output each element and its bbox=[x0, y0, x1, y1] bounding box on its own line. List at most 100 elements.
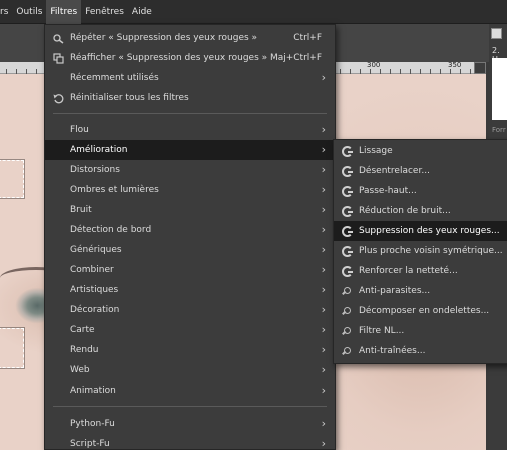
dock-preview bbox=[492, 58, 507, 120]
menu-windows[interactable]: Fenêtres bbox=[81, 0, 128, 24]
menu-filters[interactable]: Filtres bbox=[46, 0, 82, 24]
menu-item-label: Décoration bbox=[70, 305, 120, 315]
menu-item-combine[interactable]: Combiner › bbox=[45, 260, 335, 280]
menu-item-label: Ombres et lumières bbox=[70, 185, 159, 195]
chevron-right-icon: › bbox=[321, 363, 326, 376]
shortcut-label: Maj+Ctrl+F bbox=[269, 53, 322, 63]
chevron-right-icon: › bbox=[321, 437, 326, 450]
menu-item-artistic[interactable]: Artistiques › bbox=[45, 280, 335, 300]
menu-item-blur[interactable]: Flou › bbox=[45, 120, 335, 140]
menu-item-label: Carte bbox=[70, 325, 95, 335]
menu-separator bbox=[53, 113, 327, 114]
gegl-icon bbox=[341, 205, 353, 217]
gegl-icon bbox=[341, 265, 353, 277]
plugin-icon bbox=[341, 285, 353, 297]
menu-item-repeat[interactable]: Répéter « Suppression des yeux rouges » … bbox=[45, 28, 335, 48]
filters-menu: Répéter « Suppression des yeux rouges » … bbox=[44, 24, 336, 450]
menu-item-recent[interactable]: Récemment utilisés › bbox=[45, 68, 335, 88]
chevron-right-icon: › bbox=[321, 343, 326, 356]
chevron-right-icon: › bbox=[321, 203, 326, 216]
ruler-label: 350 bbox=[448, 61, 462, 69]
navigate-button[interactable] bbox=[474, 62, 486, 74]
menu-item-label: Distorsions bbox=[70, 165, 120, 175]
menu-item-map[interactable]: Carte › bbox=[45, 320, 335, 340]
menu-item-label: Bruit bbox=[70, 205, 92, 215]
menu-item-light-shadow[interactable]: Ombres et lumières › bbox=[45, 180, 335, 200]
menu-item-reset[interactable]: Réinitialiser tous les filtres bbox=[45, 88, 335, 108]
menu-item-label: Récemment utilisés bbox=[70, 73, 159, 83]
menu-item-script-fu[interactable]: Script-Fu › bbox=[45, 434, 335, 450]
menu-item-label: Artistiques bbox=[70, 285, 119, 295]
menu-help[interactable]: Aide bbox=[128, 0, 156, 24]
chevron-right-icon: › bbox=[321, 71, 326, 84]
reset-icon bbox=[52, 92, 64, 104]
menu-item-label: Plus proche voisin symétrique... bbox=[359, 246, 503, 256]
menu-item-web[interactable]: Web › bbox=[45, 360, 335, 380]
menu-item-noise-reduction[interactable]: Réduction de bruit... bbox=[334, 201, 507, 221]
menu-separator bbox=[53, 406, 327, 407]
gegl-icon bbox=[341, 165, 353, 177]
menu-item-label: Flou bbox=[70, 125, 89, 135]
menu-item-label: Animation bbox=[70, 386, 116, 396]
gegl-icon bbox=[341, 185, 353, 197]
menu-item-sharpen[interactable]: Renforcer la netteté... bbox=[334, 261, 507, 281]
menu-item-label: Suppression des yeux rouges... bbox=[359, 226, 500, 236]
menu-item-label: Anti-traînées... bbox=[359, 346, 426, 356]
menu-item-render[interactable]: Rendu › bbox=[45, 340, 335, 360]
shortcut-label: Ctrl+F bbox=[293, 33, 322, 43]
gegl-icon bbox=[341, 245, 353, 257]
plugin-icon bbox=[341, 345, 353, 357]
menu-item-red-eye-removal[interactable]: Suppression des yeux rouges... bbox=[334, 221, 507, 241]
chevron-right-icon: › bbox=[321, 123, 326, 136]
menu-item-antialias[interactable]: Lissage bbox=[334, 141, 507, 161]
menu-item-deinterlace[interactable]: Désentrelacer... bbox=[334, 161, 507, 181]
chevron-right-icon: › bbox=[321, 283, 326, 296]
menu-item-edge-detect[interactable]: Détection de bord › bbox=[45, 220, 335, 240]
menu-item-python-fu[interactable]: Python-Fu › bbox=[45, 414, 335, 434]
ruler-label: 300 bbox=[367, 61, 381, 69]
menu-item-label: Répéter « Suppression des yeux rouges » bbox=[70, 33, 258, 43]
menu-item-label: Lissage bbox=[359, 146, 393, 156]
chevron-right-icon: › bbox=[321, 263, 326, 276]
menu-item-enhance[interactable]: Amélioration › bbox=[45, 140, 335, 160]
menu-item-label: Combiner bbox=[70, 265, 114, 275]
menu-item-label: Filtre NL... bbox=[359, 326, 405, 336]
plugin-icon bbox=[341, 325, 353, 337]
menu-item-animation[interactable]: Animation › bbox=[45, 381, 335, 401]
menu-item-label: Anti-parasites... bbox=[359, 286, 431, 296]
menu-item-snn[interactable]: Plus proche voisin symétrique... bbox=[334, 241, 507, 261]
menu-image[interactable]: rs bbox=[0, 0, 12, 24]
chevron-right-icon: › bbox=[321, 143, 326, 156]
selection-marker bbox=[0, 327, 25, 369]
menu-item-label: Python-Fu bbox=[70, 419, 115, 429]
menu-item-label: Décomposer en ondelettes... bbox=[359, 306, 490, 316]
menu-item-label: Détection de bord bbox=[70, 225, 152, 235]
dock-tab-icon[interactable] bbox=[491, 28, 502, 39]
menu-item-noise[interactable]: Bruit › bbox=[45, 200, 335, 220]
menu-item-generic[interactable]: Génériques › bbox=[45, 240, 335, 260]
menu-item-destripe[interactable]: Anti-traînées... bbox=[334, 341, 507, 361]
menu-item-label: Réafficher « Suppression des yeux rouges… bbox=[70, 53, 268, 63]
chevron-right-icon: › bbox=[321, 183, 326, 196]
chevron-right-icon: › bbox=[321, 384, 326, 397]
chevron-right-icon: › bbox=[321, 223, 326, 236]
reshow-icon bbox=[52, 52, 64, 64]
menu-item-nl-filter[interactable]: Filtre NL... bbox=[334, 321, 507, 341]
chevron-right-icon: › bbox=[321, 243, 326, 256]
menu-tools[interactable]: Outils bbox=[12, 0, 46, 24]
gegl-icon bbox=[341, 145, 353, 157]
menu-item-reshow[interactable]: Réafficher « Suppression des yeux rouges… bbox=[45, 48, 335, 68]
menu-item-label: Réinitialiser tous les filtres bbox=[70, 93, 189, 103]
menu-item-decor[interactable]: Décoration › bbox=[45, 300, 335, 320]
menu-item-high-pass[interactable]: Passe-haut... bbox=[334, 181, 507, 201]
chevron-right-icon: › bbox=[321, 163, 326, 176]
dock-form-label: Forr bbox=[492, 126, 506, 134]
menu-item-distorts[interactable]: Distorsions › bbox=[45, 160, 335, 180]
menu-item-label: Renforcer la netteté... bbox=[359, 266, 458, 276]
repeat-icon bbox=[52, 32, 64, 44]
menu-item-label: Rendu bbox=[70, 345, 99, 355]
selection-marker bbox=[0, 159, 25, 199]
menu-item-wavelet-decompose[interactable]: Décomposer en ondelettes... bbox=[334, 301, 507, 321]
menu-item-despeckle[interactable]: Anti-parasites... bbox=[334, 281, 507, 301]
menu-item-label: Passe-haut... bbox=[359, 186, 417, 196]
